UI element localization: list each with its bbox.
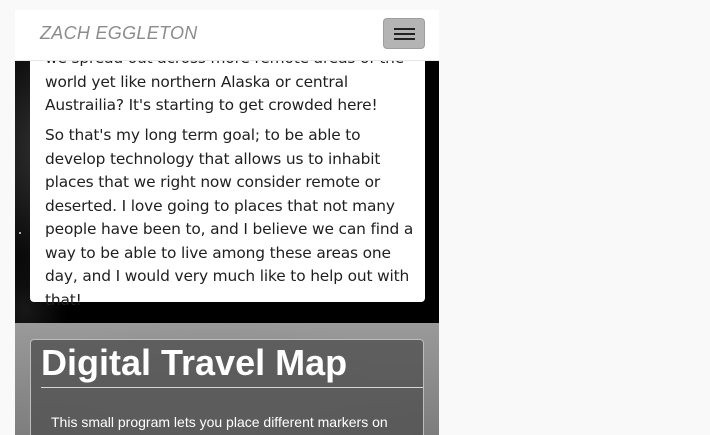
hamburger-menu-icon (394, 33, 415, 35)
mobile-viewport: we spread out across more remote areas o… (15, 10, 439, 435)
about-paragraph-2: So that's my long term goal; to be able … (45, 126, 414, 309)
project-title: Digital Travel Map (41, 342, 348, 383)
about-card: we spread out across more remote areas o… (30, 40, 425, 309)
brand-link[interactable]: ZACH EGGLETON (40, 23, 198, 44)
project-description: This small program lets you place differ… (51, 414, 388, 430)
star-decoration (19, 232, 21, 234)
title-divider (41, 387, 423, 388)
project-section: Digital Travel Map This small program le… (15, 323, 439, 435)
menu-toggle-button[interactable] (383, 18, 425, 49)
navbar: ZACH EGGLETON (15, 10, 439, 61)
project-card: Digital Travel Map This small program le… (30, 339, 424, 435)
hamburger-menu-icon (394, 28, 415, 30)
hamburger-menu-icon (394, 38, 415, 40)
